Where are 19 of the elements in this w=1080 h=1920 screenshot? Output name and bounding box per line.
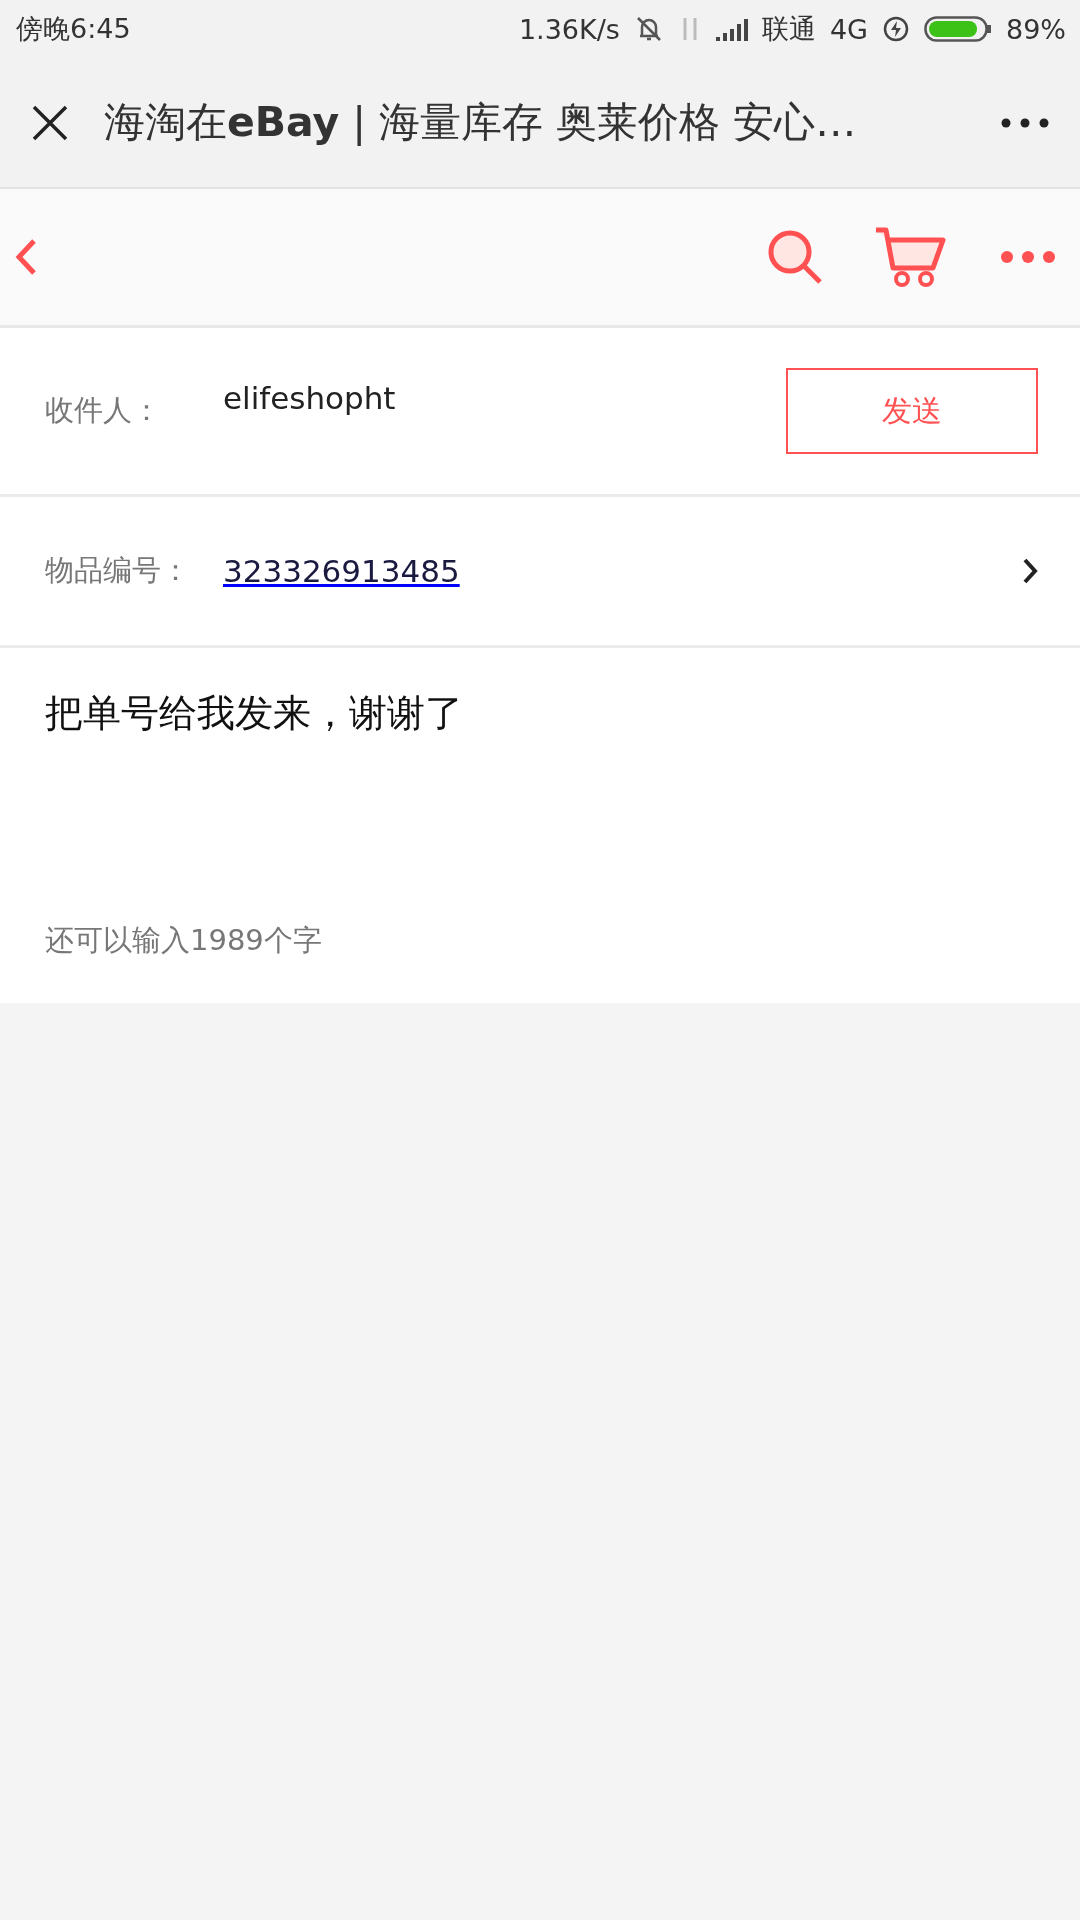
network-speed: 1.36K/s xyxy=(518,13,620,45)
item-number-link[interactable]: 323326913485 xyxy=(223,553,1022,589)
charging-icon xyxy=(882,15,910,43)
network-type: 4G xyxy=(829,13,868,45)
more-icon[interactable] xyxy=(1000,116,1050,129)
window-title: 海淘在eBay | 海量库存 奥莱价格 安心… xyxy=(104,97,858,148)
back-icon[interactable] xyxy=(14,237,38,277)
character-count: 还可以输入1989个字 xyxy=(45,922,323,959)
battery-icon xyxy=(924,15,992,43)
field-label: 物品编号： xyxy=(45,552,191,589)
clock: 傍晚6:45 xyxy=(16,12,131,46)
search-icon[interactable] xyxy=(766,228,824,286)
field-label: 收件人： xyxy=(45,392,162,429)
recipient-name: elifeshopht xyxy=(223,380,397,416)
chevron-right-icon xyxy=(1022,557,1038,585)
battery-percent: 89% xyxy=(1006,13,1066,45)
message-input[interactable]: 把单号给我发来，谢谢了 xyxy=(45,688,1035,921)
signal-icon xyxy=(713,17,748,41)
carrier-name: 联通 xyxy=(761,12,816,46)
